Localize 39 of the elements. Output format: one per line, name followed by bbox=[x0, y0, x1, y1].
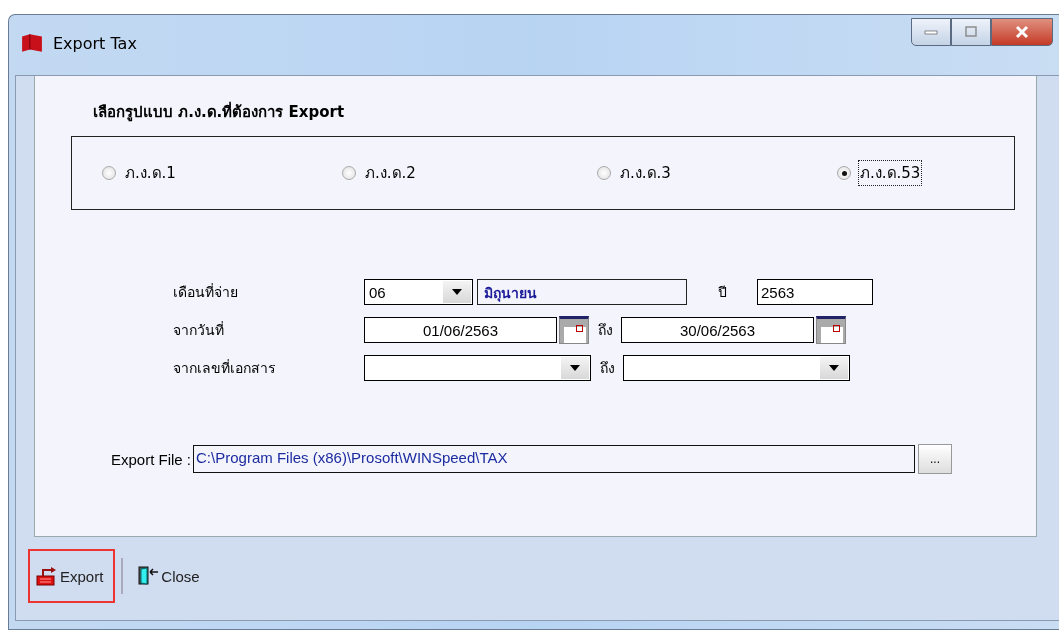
radio-button[interactable] bbox=[342, 166, 356, 180]
maximize-icon bbox=[964, 26, 978, 38]
door-icon bbox=[137, 566, 160, 586]
window-title: Export Tax bbox=[53, 33, 137, 53]
export-icon bbox=[36, 566, 58, 586]
field-label: จากวันที่ bbox=[173, 320, 225, 340]
radio-label: ภ.ง.ด.3 bbox=[619, 163, 672, 184]
radio-button[interactable] bbox=[102, 166, 116, 180]
document-dropdown[interactable] bbox=[623, 355, 850, 381]
field-label: จากเลขที่เอกสาร bbox=[173, 358, 277, 378]
minimize-icon bbox=[924, 29, 938, 35]
field-label: ถึง bbox=[598, 359, 616, 378]
field-label: ปี bbox=[716, 283, 728, 302]
radio-button[interactable] bbox=[837, 166, 851, 180]
minimize-button[interactable] bbox=[911, 18, 951, 46]
month-dropdown[interactable]: 06 bbox=[364, 279, 473, 305]
year-field[interactable]: 2563 bbox=[757, 279, 873, 305]
radio-label: ภ.ง.ด.2 bbox=[364, 163, 417, 184]
radio-label: ภ.ง.ด.53 bbox=[859, 161, 922, 185]
export-button[interactable]: Export bbox=[28, 549, 116, 603]
calendar-icon[interactable] bbox=[816, 316, 846, 344]
date-field[interactable]: 30/06/2563 bbox=[621, 317, 814, 343]
date-field[interactable]: 01/06/2563 bbox=[364, 317, 557, 343]
file-path-field[interactable]: C:\Program Files (x86)\Prosoft\WINSpeed\TAX bbox=[193, 445, 916, 473]
document-dropdown[interactable] bbox=[364, 355, 591, 381]
calendar-icon[interactable] bbox=[559, 316, 589, 344]
close-icon bbox=[1014, 25, 1030, 39]
group-label: เลือกรูปแบบ ภ.ง.ด.ที่ต้องการ Export bbox=[93, 100, 346, 124]
field-label: เดือนที่จ่าย bbox=[173, 282, 239, 302]
browse-button[interactable]: ... bbox=[918, 444, 953, 474]
maximize-button[interactable] bbox=[951, 18, 991, 46]
close-button[interactable] bbox=[991, 18, 1053, 46]
radio-label: ภ.ง.ด.1 bbox=[124, 163, 177, 184]
field-label: ถึง bbox=[596, 321, 614, 340]
radio-button[interactable] bbox=[597, 166, 611, 180]
folder-icon bbox=[21, 33, 43, 53]
month-name-field: มิถุนายน bbox=[477, 279, 687, 305]
field-label: Export File : bbox=[111, 450, 193, 468]
close-button[interactable]: Close bbox=[129, 549, 212, 603]
